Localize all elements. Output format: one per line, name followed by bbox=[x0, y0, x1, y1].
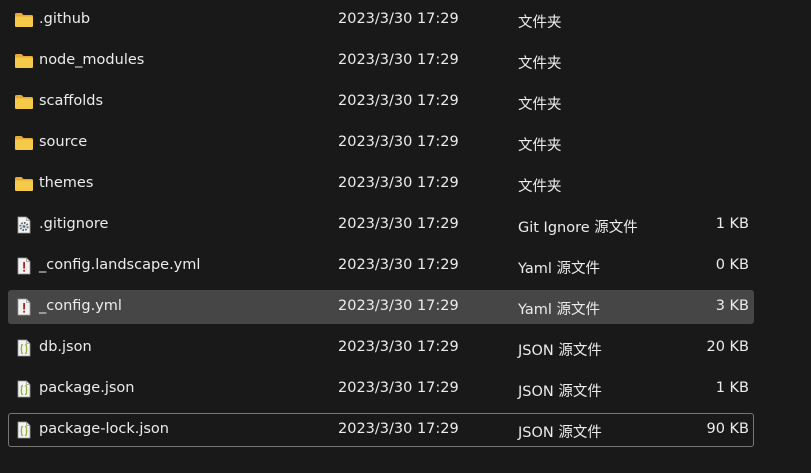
file-name: .gitignore bbox=[39, 216, 109, 232]
file-type: 文件夹 bbox=[518, 15, 562, 31]
file-row[interactable]: package.json 2023/3/30 17:29 JSON 源文件 1 KB bbox=[8, 372, 754, 406]
file-type: JSON 源文件 bbox=[518, 384, 602, 400]
file-row[interactable]: scaffolds 2023/3/30 17:29 文件夹 bbox=[8, 85, 754, 119]
folder-icon bbox=[14, 93, 34, 111]
file-type: 文件夹 bbox=[518, 138, 562, 154]
file-row[interactable]: themes 2023/3/30 17:29 文件夹 bbox=[8, 167, 754, 201]
file-modified-date: 2023/3/30 17:29 bbox=[338, 421, 459, 437]
file-size: 90 KB bbox=[706, 421, 749, 437]
file-name: _config.landscape.yml bbox=[39, 257, 201, 273]
file-row[interactable]: db.json 2023/3/30 17:29 JSON 源文件 20 KB bbox=[8, 331, 754, 365]
file-type: JSON 源文件 bbox=[518, 425, 602, 441]
file-size: 3 KB bbox=[715, 298, 749, 314]
folder-icon bbox=[14, 52, 34, 70]
file-type: 文件夹 bbox=[518, 97, 562, 113]
json-file-icon bbox=[14, 339, 34, 357]
file-modified-date: 2023/3/30 17:29 bbox=[338, 134, 459, 150]
file-name: themes bbox=[39, 175, 94, 191]
file-modified-date: 2023/3/30 17:29 bbox=[338, 257, 459, 273]
file-name: package-lock.json bbox=[39, 421, 169, 437]
file-name: .github bbox=[39, 11, 91, 27]
file-row[interactable]: package-lock.json 2023/3/30 17:29 JSON 源文件… bbox=[8, 413, 754, 447]
yaml-file-icon bbox=[14, 298, 34, 316]
file-modified-date: 2023/3/30 17:29 bbox=[338, 11, 459, 27]
folder-icon bbox=[14, 175, 34, 193]
file-type: JSON 源文件 bbox=[518, 343, 602, 359]
file-size: 0 KB bbox=[715, 257, 749, 273]
file-row[interactable]: node_modules 2023/3/30 17:29 文件夹 bbox=[8, 44, 754, 78]
file-size: 20 KB bbox=[706, 339, 749, 355]
file-name: db.json bbox=[39, 339, 92, 355]
file-row[interactable]: _config.landscape.yml 2023/3/30 17:29 Yaml… bbox=[8, 249, 754, 283]
file-row[interactable]: source 2023/3/30 17:29 文件夹 bbox=[8, 126, 754, 160]
file-type: Yaml 源文件 bbox=[518, 261, 601, 277]
file-modified-date: 2023/3/30 17:29 bbox=[338, 52, 459, 68]
file-name: node_modules bbox=[39, 52, 145, 68]
file-modified-date: 2023/3/30 17:29 bbox=[338, 339, 459, 355]
file-type: 文件夹 bbox=[518, 56, 562, 72]
file-name: scaffolds bbox=[39, 93, 104, 109]
file-name: package.json bbox=[39, 380, 135, 396]
file-modified-date: 2023/3/30 17:29 bbox=[338, 216, 459, 232]
file-modified-date: 2023/3/30 17:29 bbox=[338, 93, 459, 109]
file-row[interactable]: .github 2023/3/30 17:29 文件夹 bbox=[8, 3, 754, 37]
json-file-icon bbox=[14, 421, 34, 439]
folder-icon bbox=[14, 11, 34, 29]
file-list: .github 2023/3/30 17:29 文件夹 node_modules 202… bbox=[0, 0, 811, 473]
yaml-file-icon bbox=[14, 257, 34, 275]
file-name: source bbox=[39, 134, 88, 150]
file-size: 1 KB bbox=[715, 380, 749, 396]
file-size: 1 KB bbox=[715, 216, 749, 232]
file-modified-date: 2023/3/30 17:29 bbox=[338, 298, 459, 314]
file-name: _config.yml bbox=[39, 298, 122, 314]
file-modified-date: 2023/3/30 17:29 bbox=[338, 175, 459, 191]
file-type: Git Ignore 源文件 bbox=[518, 220, 638, 236]
file-row[interactable]: _config.yml 2023/3/30 17:29 Yaml 源文件 3 KB bbox=[8, 290, 754, 324]
file-type: 文件夹 bbox=[518, 179, 562, 195]
file-row[interactable]: .gitignore 2023/3/30 17:29 Git Ignore 源文件 1… bbox=[8, 208, 754, 242]
file-modified-date: 2023/3/30 17:29 bbox=[338, 380, 459, 396]
file-type: Yaml 源文件 bbox=[518, 302, 601, 318]
folder-icon bbox=[14, 134, 34, 152]
gear-file-icon bbox=[14, 216, 34, 234]
json-file-icon bbox=[14, 380, 34, 398]
